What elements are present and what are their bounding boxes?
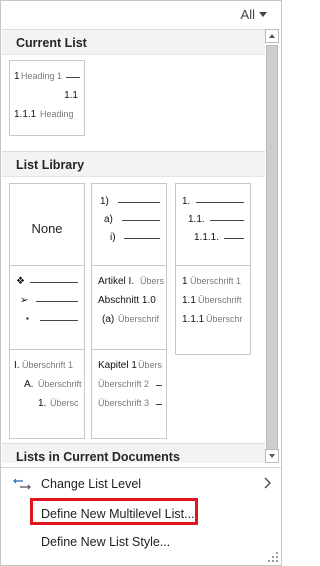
level-1-text: Heading 1 (21, 71, 63, 81)
chevron-right-icon (264, 477, 271, 489)
grip-dot (276, 560, 278, 562)
article-level-3-text: Überschrif (118, 314, 160, 324)
roman-level-3-text: Übersc (50, 398, 79, 408)
numeric-level-1: 1) (100, 196, 109, 207)
roman-level-2-number: A. (24, 379, 34, 390)
numeric-level-3: i) (110, 232, 116, 243)
vertical-scrollbar[interactable] (265, 29, 279, 463)
all-filter-dropdown[interactable]: All (241, 7, 267, 22)
list-chapter-item[interactable]: Kapitel 1 Übers Überschrift 2 Überschrif… (91, 349, 167, 439)
grip-dot (272, 560, 274, 562)
decimal-line-1 (196, 202, 244, 203)
level-3-number: 1.1.1 (14, 109, 37, 120)
level-1-number: 1 (14, 71, 20, 82)
chapter-level-2-text: Überschrift 2 (98, 379, 150, 389)
resize-grip[interactable] (268, 552, 278, 562)
grip-dot (268, 560, 270, 562)
article-level-1-number: Artikel I. (98, 276, 135, 287)
scroll-track[interactable] (265, 43, 279, 450)
all-filter-label: All (240, 7, 255, 22)
roman-level-3-number: 1. (38, 398, 47, 409)
list-bullets-item[interactable]: ❖ ➢ ▪ (9, 265, 85, 355)
decimal-line-3 (224, 238, 244, 239)
roman-level-2-text: Überschrift (38, 379, 82, 389)
define-new-multilevel-list-menu-item[interactable]: Define New Multilevel List... (1, 500, 281, 528)
list-roman-item[interactable]: I. Überschrift 1 A. Überschrift 1. Übers… (9, 349, 85, 439)
heading-decimal-level-3-number: 1.1.1 (182, 314, 205, 325)
bullet-square-icon: ▪ (26, 314, 29, 323)
list-heading-decimal-item[interactable]: 1 Überschrift 1 1.1 Überschrift 1.1.1 Üb… (175, 265, 251, 355)
decimal-level-2: 1.1. (188, 214, 205, 225)
define-new-list-style-menu-item[interactable]: Define New List Style... (1, 528, 281, 556)
decimal-level-1: 1. (182, 196, 191, 207)
section-header-current-list: Current List (2, 29, 265, 55)
gallery-scroll-region: Current List 1 Heading 1 1.1 1.1.1 Headi… (2, 29, 265, 463)
arrow-down-icon (269, 454, 275, 458)
list-article-item[interactable]: Artikel I. Übers Abschnitt 1.0 (a) Übers… (91, 265, 167, 355)
define-new-multilevel-list-label: Define New Multilevel List... (41, 507, 195, 521)
chapter-line-3 (156, 404, 162, 405)
roman-level-1-number: I. (14, 360, 20, 371)
chapter-line-2 (156, 385, 162, 386)
level-2-number: 1.1 (64, 90, 78, 101)
heading-decimal-level-3-text: Überschr (206, 314, 243, 324)
list-menu: Change List Level Define New Multilevel … (1, 467, 281, 565)
filter-bar: All (1, 1, 281, 29)
article-level-2-number: Abschnitt 1.0 (98, 295, 156, 306)
grip-dot (276, 552, 278, 554)
heading-decimal-level-2-number: 1.1 (182, 295, 196, 306)
article-level-3-number: (a) (102, 314, 115, 325)
caret-down-icon (259, 12, 267, 17)
section-header-list-library: List Library (2, 151, 265, 177)
numeric-line-2 (122, 220, 160, 221)
heading-decimal-level-1-number: 1 (182, 276, 188, 287)
list-numeric-item[interactable]: 1) a) i) (91, 183, 167, 273)
decimal-level-3: 1.1.1. (194, 232, 220, 243)
article-level-1-text: Übers (140, 276, 165, 286)
decimal-line-2 (210, 220, 244, 221)
current-list-item[interactable]: 1 Heading 1 1.1 1.1.1 Heading (9, 60, 85, 136)
change-list-level-menu-item[interactable]: Change List Level (1, 470, 281, 498)
scroll-down-button[interactable] (265, 449, 279, 463)
roman-level-1-text: Überschrift 1 (22, 360, 74, 370)
define-new-list-style-label: Define New List Style... (41, 535, 171, 549)
scroll-thumb[interactable] (266, 45, 278, 450)
bullet-diamond-icon: ❖ (16, 276, 25, 287)
bullet-line-3 (40, 320, 78, 321)
bullet-arrow-icon: ➢ (20, 295, 29, 306)
chapter-level-1-text: Übers (138, 360, 163, 370)
chapter-level-1-number: Kapitel 1 (98, 360, 137, 371)
change-list-level-icon (13, 478, 31, 490)
numeric-line-1 (118, 202, 160, 203)
multilevel-list-dropdown: All Current List 1 Heading 1 1.1 1.1.1 H… (0, 0, 282, 566)
change-list-level-label: Change List Level (41, 477, 142, 491)
list-decimal-item[interactable]: 1. 1.1. 1.1.1. (175, 183, 251, 273)
none-label: None (31, 220, 63, 236)
numeric-level-2: a) (104, 214, 113, 225)
chapter-level-3-text: Überschrift 3 (98, 398, 150, 408)
level-1-line (66, 77, 80, 78)
heading-decimal-level-1-text: Überschrift 1 (190, 276, 242, 286)
heading-decimal-level-2-text: Überschrift (198, 295, 242, 305)
bullet-line-1 (30, 282, 78, 283)
arrow-up-icon (269, 34, 275, 38)
numeric-line-3 (124, 238, 160, 239)
scroll-up-button[interactable] (265, 29, 279, 43)
grip-dot (276, 556, 278, 558)
section-header-lists-in-current-documents: Lists in Current Documents (2, 443, 265, 463)
bullet-line-2 (36, 301, 78, 302)
level-3-text: Heading (40, 109, 74, 119)
list-none-item[interactable]: None (9, 183, 85, 273)
grip-dot (272, 556, 274, 558)
